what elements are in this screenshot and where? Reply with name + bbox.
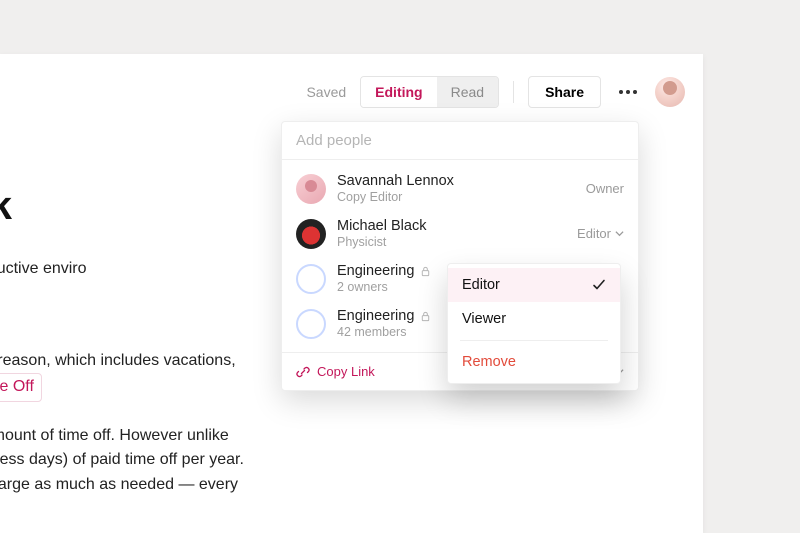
mode-toggle: Editing Read [360,76,499,108]
chevron-down-icon [615,229,624,238]
role-option-viewer[interactable]: Viewer [448,302,620,336]
person-name: Michael Black [337,218,566,234]
role-dropdown-menu: Editor Viewer Remove [447,263,621,384]
avatar [296,219,326,249]
avatar [296,174,326,204]
permission-label: Owner [586,181,624,196]
role-option-remove[interactable]: Remove [448,345,620,379]
share-button[interactable]: Share [528,76,601,108]
share-person-row: Savannah Lennox Copy Editor Owner [282,166,638,211]
app-window: Saved Editing Read Share Handbook health… [0,54,703,533]
mode-editing-button[interactable]: Editing [361,77,436,107]
copy-link-button[interactable]: Copy Link [296,364,375,379]
doc-link-chip[interactable]: Slab Time Off [0,373,42,402]
permission-dropdown[interactable]: Editor [577,226,624,241]
menu-divider [460,340,608,341]
more-menu-button[interactable] [615,86,641,98]
mode-read-button[interactable]: Read [437,77,498,107]
person-role: Physicist [337,235,566,249]
team-avatar [296,264,326,294]
team-avatar [296,309,326,339]
lock-icon [420,311,431,322]
lock-icon [420,266,431,277]
topbar: Saved Editing Read Share [0,76,703,108]
person-info: Savannah Lennox Copy Editor [337,173,575,204]
current-user-avatar[interactable] [655,77,685,107]
share-search [282,122,638,160]
person-role: Copy Editor [337,190,575,204]
person-info: Michael Black Physicist [337,218,566,249]
divider [513,81,514,103]
share-person-row: Michael Black Physicist Editor [282,211,638,256]
doc-link-label: Slab Time Off [0,375,34,400]
add-people-input[interactable] [296,132,624,149]
check-icon [592,278,606,292]
saved-status: Saved [306,84,346,100]
body-paragraph: allows for an unlimited amount of time o… [0,424,560,498]
role-option-editor[interactable]: Editor [448,268,620,302]
link-icon [296,365,310,379]
person-name: Savannah Lennox [337,173,575,189]
